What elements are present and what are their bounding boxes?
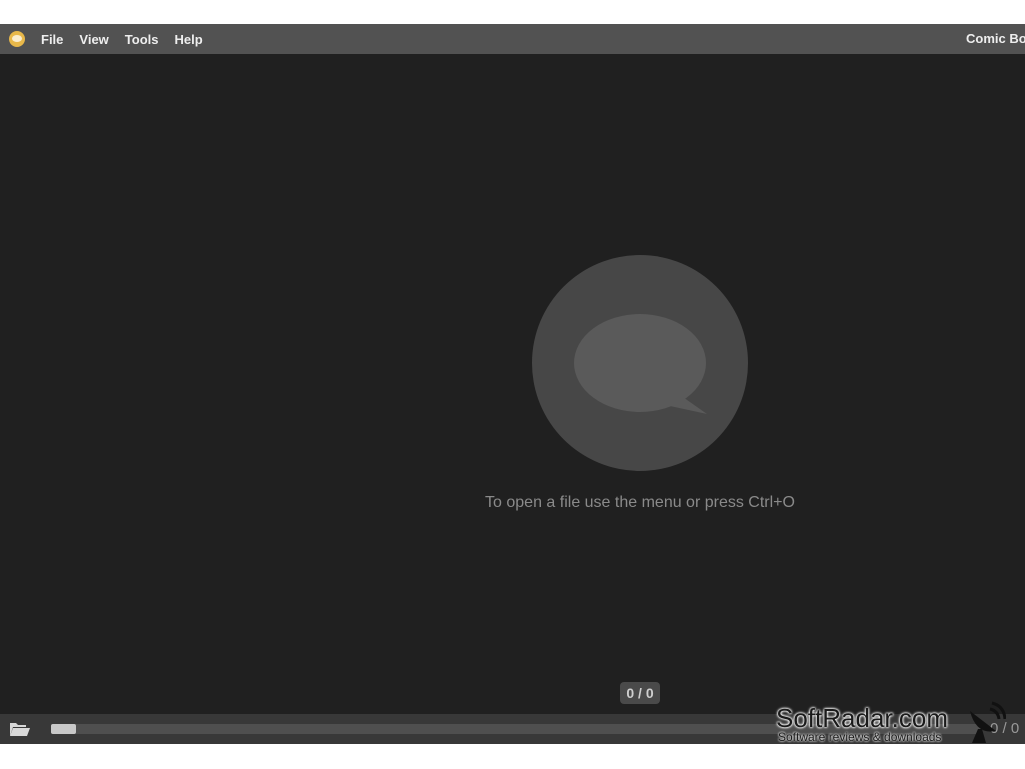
speech-bubble-icon	[574, 314, 707, 414]
watermark-subtitle: Software reviews & downloads	[778, 730, 942, 744]
page-indicator: 0 / 0	[620, 682, 660, 704]
empty-state-message: To open a file use the menu or press Ctr…	[485, 494, 795, 511]
app-logo-icon[interactable]	[9, 31, 25, 47]
folder-open-icon[interactable]	[9, 721, 31, 737]
satellite-dish-icon	[970, 701, 1006, 743]
placeholder-logo	[532, 255, 748, 471]
menu-help[interactable]: Help	[175, 32, 203, 47]
watermark: SoftRadar.com Software reviews & downloa…	[776, 701, 1025, 745]
menu-tools[interactable]: Tools	[125, 32, 159, 47]
menu-view[interactable]: View	[79, 32, 108, 47]
menu-bar: File View Tools Help Comic Bo	[0, 24, 1025, 54]
menu-file[interactable]: File	[41, 32, 63, 47]
page-slider-thumb[interactable]	[51, 724, 76, 734]
window-title: Comic Bo	[966, 31, 1025, 46]
app-window: File View Tools Help Comic Bo To open a …	[0, 24, 1025, 744]
